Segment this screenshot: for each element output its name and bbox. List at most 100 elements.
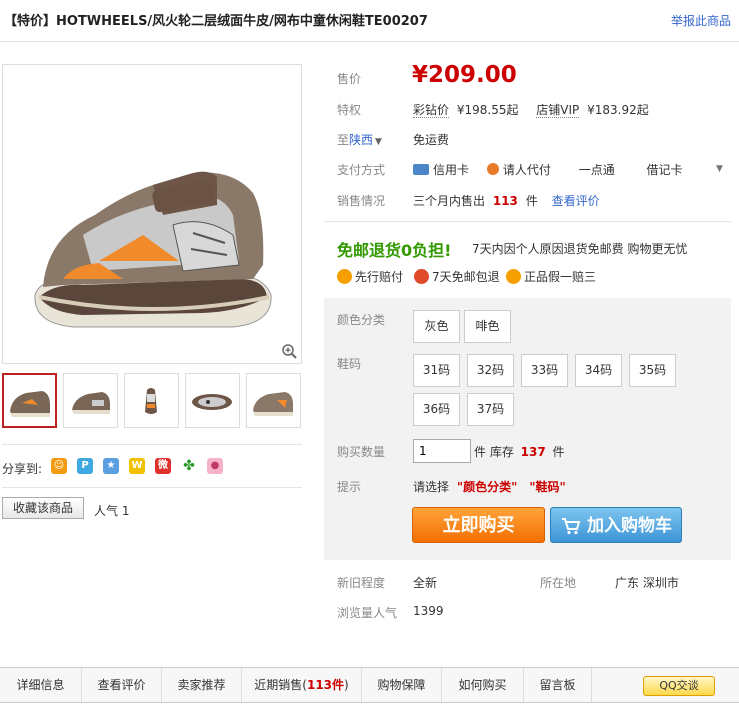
sales-prefix: 三个月内售出 — [413, 194, 486, 208]
sales-unit: 件 — [525, 194, 538, 208]
promo-headline: 免邮退货0负担! — [337, 241, 452, 260]
views-value: 1399 — [413, 604, 444, 618]
qq-chat-button[interactable]: QQ交谈 — [643, 676, 715, 696]
location-label: 所在地 — [540, 576, 577, 590]
hint-prefix: 请选择 — [413, 480, 450, 494]
detail-tabs: 详细信息 查看评价 卖家推荐 近期销售(113件) 购物保障 如何购买 留言板 … — [0, 667, 739, 703]
shield-icon — [337, 269, 352, 284]
payment-method-credit[interactable]: 信用卡 — [433, 163, 469, 177]
shipping-region[interactable]: 陕西 — [349, 133, 373, 147]
payment-label: 支付方式 — [337, 163, 386, 177]
report-link[interactable]: 举报此商品 — [671, 12, 731, 29]
vip-price-label[interactable]: 店铺VIP — [536, 103, 580, 118]
tab-recent-sales-label: 近期销售( — [254, 678, 307, 692]
thumbnail-2[interactable] — [63, 373, 118, 428]
thumb-shoe-image — [145, 388, 157, 414]
divider — [324, 221, 731, 222]
thumb-shoe-image — [72, 392, 110, 414]
hint-size: "鞋码" — [529, 480, 566, 494]
size-option-33[interactable]: 33码 — [521, 354, 568, 387]
condition-label: 新旧程度 — [337, 576, 386, 590]
views-label: 浏览量人气 — [337, 606, 398, 620]
stock-prefix: 件 库存 — [474, 445, 514, 459]
stock-count: 137 — [520, 445, 546, 459]
tab-message-board[interactable]: 留言板 — [524, 668, 592, 702]
color-option-brown[interactable]: 啡色 — [464, 310, 511, 343]
hint-text: 请选择 "颜色分类" "鞋码" — [413, 478, 566, 495]
main-product-image[interactable] — [2, 64, 302, 364]
chevron-down-icon: ▼ — [375, 137, 382, 147]
diamond-price-label[interactable]: 彩钻价 — [413, 103, 450, 118]
payment-method-proxy[interactable]: 请人代付 — [503, 163, 551, 177]
zoom-icon[interactable] — [281, 343, 297, 359]
thumbnail-5[interactable] — [246, 373, 301, 428]
badge-first-compensation[interactable]: 先行赔付 — [337, 268, 403, 285]
stock-unit: 件 — [552, 445, 565, 459]
star-icon[interactable]: ★ — [103, 458, 119, 474]
tab-recent-sales[interactable]: 近期销售(113件) — [242, 668, 362, 702]
tab-reviews[interactable]: 查看评价 — [82, 668, 162, 702]
clover-icon[interactable]: ✤ — [181, 458, 197, 474]
thumbnail-4[interactable] — [185, 373, 240, 428]
thumbnail-1[interactable] — [2, 373, 57, 428]
tab-how-to-buy[interactable]: 如何购买 — [442, 668, 524, 702]
size-label: 鞋码 — [337, 357, 362, 371]
product-title: 【特价】HOTWHEELS/风火轮二层绒面牛皮/网布中童休闲鞋TE00207 — [4, 14, 428, 29]
price-label: 售价 — [337, 72, 362, 86]
badge-free-return[interactable]: 7天免邮包退 — [414, 268, 500, 285]
privilege-label: 特权 — [337, 103, 362, 117]
badge-label: 7天免邮包退 — [432, 270, 500, 284]
size-option-35[interactable]: 35码 — [629, 354, 676, 387]
sales-label: 销售情况 — [337, 194, 386, 208]
cart-icon — [562, 518, 581, 535]
thumb-shoe-image — [10, 391, 50, 417]
smile-icon[interactable]: ☺ — [51, 458, 67, 474]
genuine-icon — [506, 269, 521, 284]
payment-method-debit[interactable]: 借记卡 — [647, 163, 683, 177]
pig-icon[interactable]: ● — [207, 458, 223, 474]
diamond-price: ¥198.55起 — [456, 103, 519, 117]
shipping-prefix: 至 — [337, 133, 350, 147]
payment-methods: 信用卡 请人代付 一点通 借记卡 — [413, 161, 683, 178]
favorite-button[interactable]: 收藏该商品 — [2, 497, 84, 519]
share-bar: 分享到: ☺ P ★ W 微 ✤ ● — [2, 444, 302, 488]
color-option-gray[interactable]: 灰色 — [413, 310, 460, 343]
view-reviews-link[interactable]: 查看评价 — [552, 194, 600, 208]
size-option-34[interactable]: 34码 — [575, 354, 622, 387]
stock-info: 件 库存 137 件 — [474, 443, 565, 460]
return-icon — [414, 269, 429, 284]
color-label: 颜色分类 — [337, 313, 386, 327]
thumbnail-3[interactable] — [124, 373, 179, 428]
vip-price: ¥183.92起 — [587, 103, 649, 117]
promo-description: 7天内因个人原因退货免邮费 购物更无忧 — [472, 242, 688, 256]
tab-seller-recommend[interactable]: 卖家推荐 — [162, 668, 242, 702]
buy-now-button[interactable]: 立即购买 — [412, 507, 545, 543]
hint-color: "颜色分类" — [456, 480, 518, 494]
tab-details[interactable]: 详细信息 — [0, 668, 82, 702]
size-option-31[interactable]: 31码 — [413, 354, 460, 387]
badge-label: 正品假一赔三 — [524, 270, 597, 284]
shipping-region-selector[interactable]: 至陕西 ▼ — [337, 131, 382, 148]
shoe-image — [34, 171, 272, 328]
badge-genuine[interactable]: 正品假一赔三 — [506, 268, 596, 285]
add-to-cart-button[interactable]: 加入购物车 — [550, 507, 682, 543]
shipping-value: 免运费 — [413, 133, 450, 147]
price-value: ¥209.00 — [412, 62, 517, 88]
title-bar: 【特价】HOTWHEELS/风火轮二层绒面牛皮/网布中童休闲鞋TE00207 举… — [0, 0, 739, 42]
size-option-32[interactable]: 32码 — [467, 354, 514, 387]
payment-expand-icon[interactable]: ▼ — [716, 164, 723, 174]
size-option-37[interactable]: 37码 — [467, 393, 514, 426]
location-value: 广东 深圳市 — [615, 576, 679, 590]
microblog-icon[interactable]: W — [129, 458, 145, 474]
payment-method-yidiantong[interactable]: 一点通 — [579, 163, 615, 177]
share-label: 分享到: — [2, 462, 43, 476]
badge-label: 先行赔付 — [355, 270, 404, 284]
size-option-36[interactable]: 36码 — [413, 393, 460, 426]
tab-recent-sales-close: ) — [344, 678, 349, 692]
pengyou-icon[interactable]: P — [77, 458, 93, 474]
weibo-icon[interactable]: 微 — [155, 458, 171, 474]
sales-info: 三个月内售出 113 件 查看评价 — [413, 192, 600, 209]
hint-label: 提示 — [337, 480, 362, 494]
tab-guarantee[interactable]: 购物保障 — [362, 668, 442, 702]
quantity-input[interactable] — [413, 439, 471, 463]
